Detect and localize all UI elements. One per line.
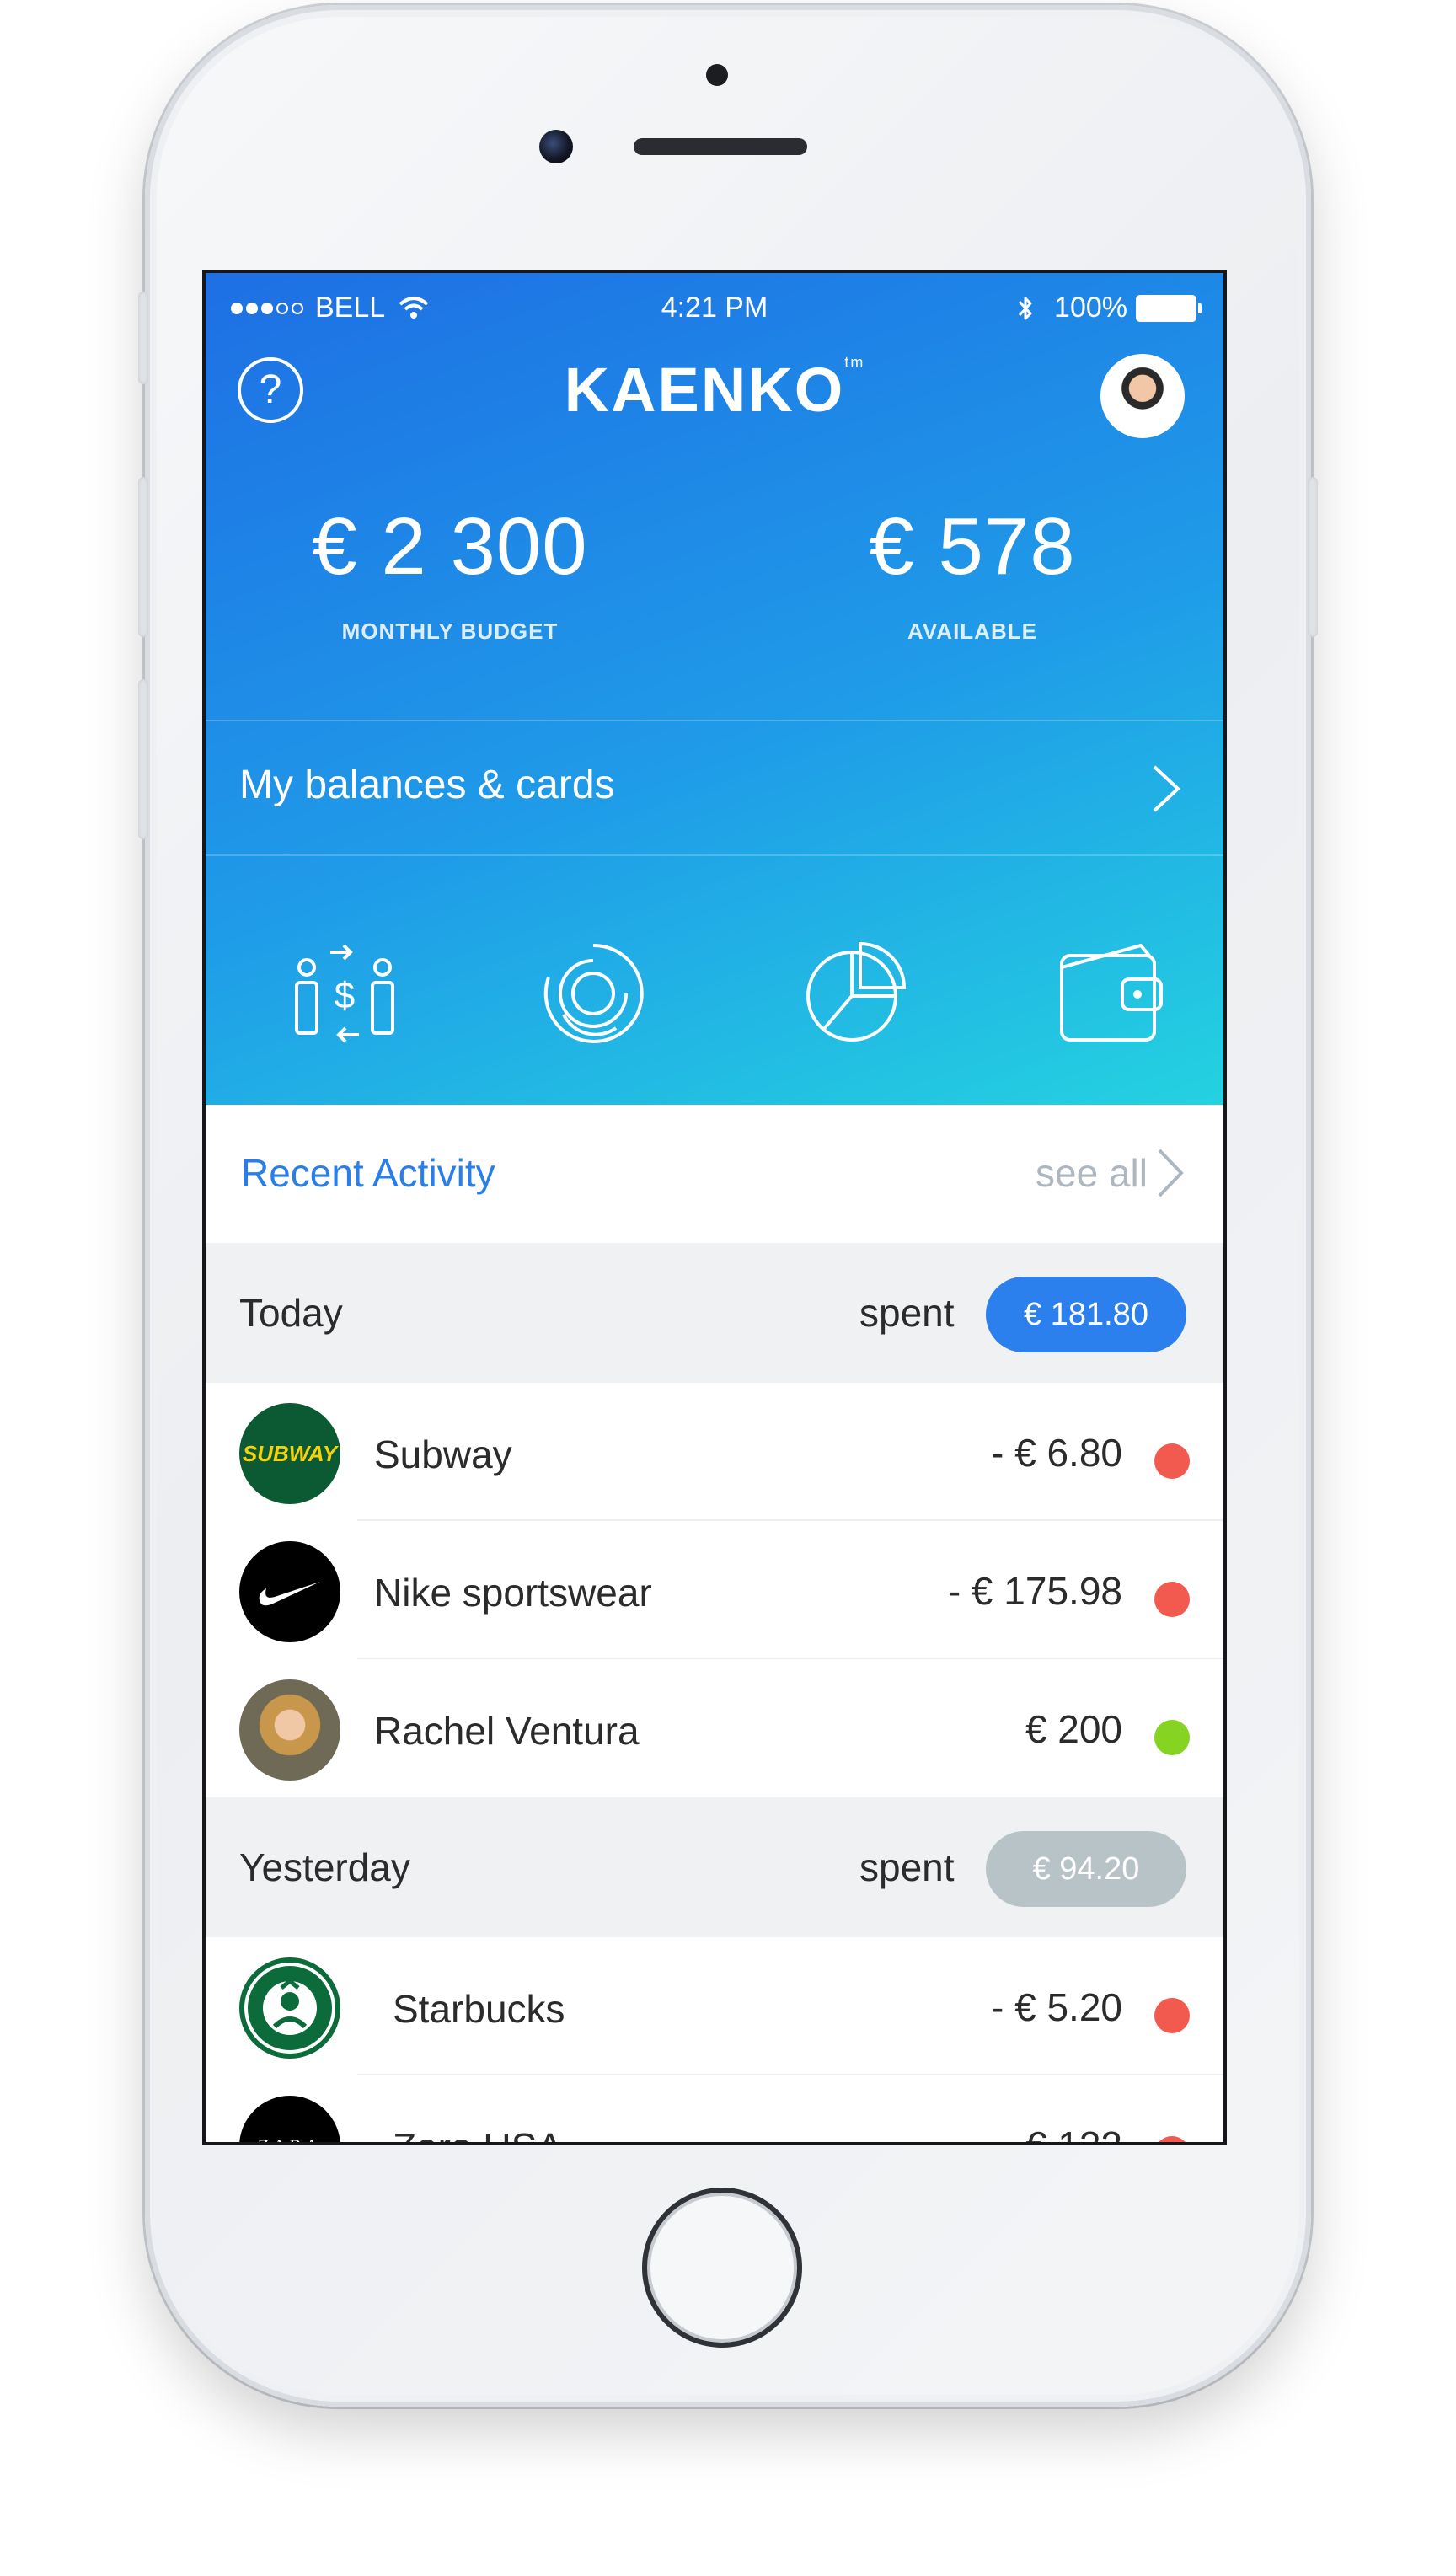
power-button	[1308, 477, 1318, 637]
available-balance: € 578 AVAILABLE	[804, 501, 1141, 645]
transaction-row[interactable]: ZARA Zara USA - € 122	[206, 2075, 1223, 2145]
merchant-name: Subway	[374, 1433, 512, 1476]
zara-logo-text: ZARA	[258, 2135, 322, 2142]
transaction-row[interactable]: SUBWAY Subway - € 6.80	[206, 1383, 1223, 1521]
person-avatar	[239, 1679, 340, 1781]
transaction-row[interactable]: Nike sportswear - € 175.98	[206, 1521, 1223, 1659]
transaction-amount: - € 6.80	[991, 1431, 1122, 1475]
day-label: Yesterday	[239, 1845, 410, 1889]
volume-down-button	[138, 679, 148, 839]
earpiece-speaker	[634, 138, 807, 155]
user-avatar[interactable]	[1100, 354, 1185, 438]
day-header-yesterday: Yesterday spent € 94.20	[206, 1797, 1223, 1937]
available-label: AVAILABLE	[907, 619, 1037, 644]
nike-logo	[239, 1541, 340, 1642]
proximity-sensor	[706, 64, 728, 86]
battery-icon	[1136, 294, 1202, 322]
chevron-right-icon[interactable]	[1154, 1147, 1186, 1199]
contact-name: Rachel Ventura	[374, 1709, 640, 1753]
transaction-row[interactable]: Rachel Ventura € 200	[206, 1659, 1223, 1797]
starbucks-logo	[239, 1957, 340, 2059]
app-screen: BELL 4:21 PM 100% ? KAENKOtm € 2 300 MON…	[202, 270, 1227, 2145]
spent-label: spent	[859, 1291, 955, 1335]
recent-activity-title: Recent Activity	[241, 1151, 495, 1195]
merchant-name: Nike sportswear	[374, 1571, 652, 1615]
logo-text: KAENKO	[564, 355, 845, 425]
status-indicator	[1154, 1998, 1190, 2033]
svg-text:$: $	[335, 975, 355, 1016]
transaction-amount: - € 175.98	[947, 1569, 1122, 1613]
status-indicator	[1154, 1720, 1190, 1755]
battery-percent: 100%	[1054, 292, 1127, 324]
trademark-mark: tm	[844, 354, 865, 371]
transaction-amount: - € 122	[1001, 2123, 1122, 2145]
hero-panel: BELL 4:21 PM 100% ? KAENKOtm € 2 300 MON…	[206, 273, 1223, 1105]
bluetooth-icon	[1018, 297, 1032, 319]
front-camera	[539, 130, 573, 163]
day-label: Today	[239, 1291, 343, 1335]
budget-amount: € 2 300	[312, 501, 588, 592]
volume-up-button	[138, 477, 148, 637]
divider	[206, 854, 1223, 856]
status-bar: BELL 4:21 PM 100%	[206, 292, 1223, 325]
budget-label: MONTHLY BUDGET	[341, 619, 559, 644]
subway-logo: SUBWAY	[239, 1403, 340, 1504]
recent-activity-header: Recent Activity see all	[206, 1105, 1223, 1243]
starbucks-siren-icon	[248, 1966, 332, 2050]
app-logo: KAENKOtm	[206, 354, 1223, 426]
status-indicator	[1154, 1443, 1190, 1479]
status-indicator	[1154, 2136, 1190, 2142]
merchant-name: Zara USA	[393, 2124, 563, 2142]
pie-chart-icon[interactable]	[800, 939, 909, 1048]
balances-cards-label: My balances & cards	[239, 763, 615, 807]
balances-cards-link[interactable]: My balances & cards	[206, 720, 1223, 854]
transaction-amount: € 200	[1025, 1707, 1122, 1751]
cycle-icon[interactable]	[538, 939, 648, 1048]
spent-label: spent	[859, 1845, 955, 1889]
home-button[interactable]	[642, 2188, 802, 2348]
transaction-amount: - € 5.20	[991, 1985, 1122, 2029]
transaction-row[interactable]: Starbucks - € 5.20	[206, 1937, 1223, 2075]
spent-amount-badge: € 181.80	[986, 1277, 1186, 1352]
wallet-icon[interactable]	[1057, 939, 1166, 1048]
available-amount: € 578	[869, 501, 1076, 592]
mute-switch	[138, 292, 148, 384]
spent-amount-badge: € 94.20	[986, 1831, 1186, 1907]
day-header-today: Today spent € 181.80	[206, 1243, 1223, 1383]
zara-logo: ZARA	[239, 2096, 340, 2142]
merchant-name: Starbucks	[393, 1987, 565, 2031]
subway-logo-text: SUBWAY	[242, 1440, 338, 1466]
status-right: 100%	[1017, 292, 1202, 324]
nike-swoosh-icon	[259, 1582, 320, 1606]
see-all-link[interactable]: see all	[1036, 1150, 1148, 1196]
transfer-icon[interactable]: $	[290, 939, 399, 1048]
chevron-right-icon	[1153, 765, 1180, 812]
status-indicator	[1154, 1582, 1190, 1617]
monthly-budget: € 2 300 MONTHLY BUDGET	[281, 501, 618, 645]
